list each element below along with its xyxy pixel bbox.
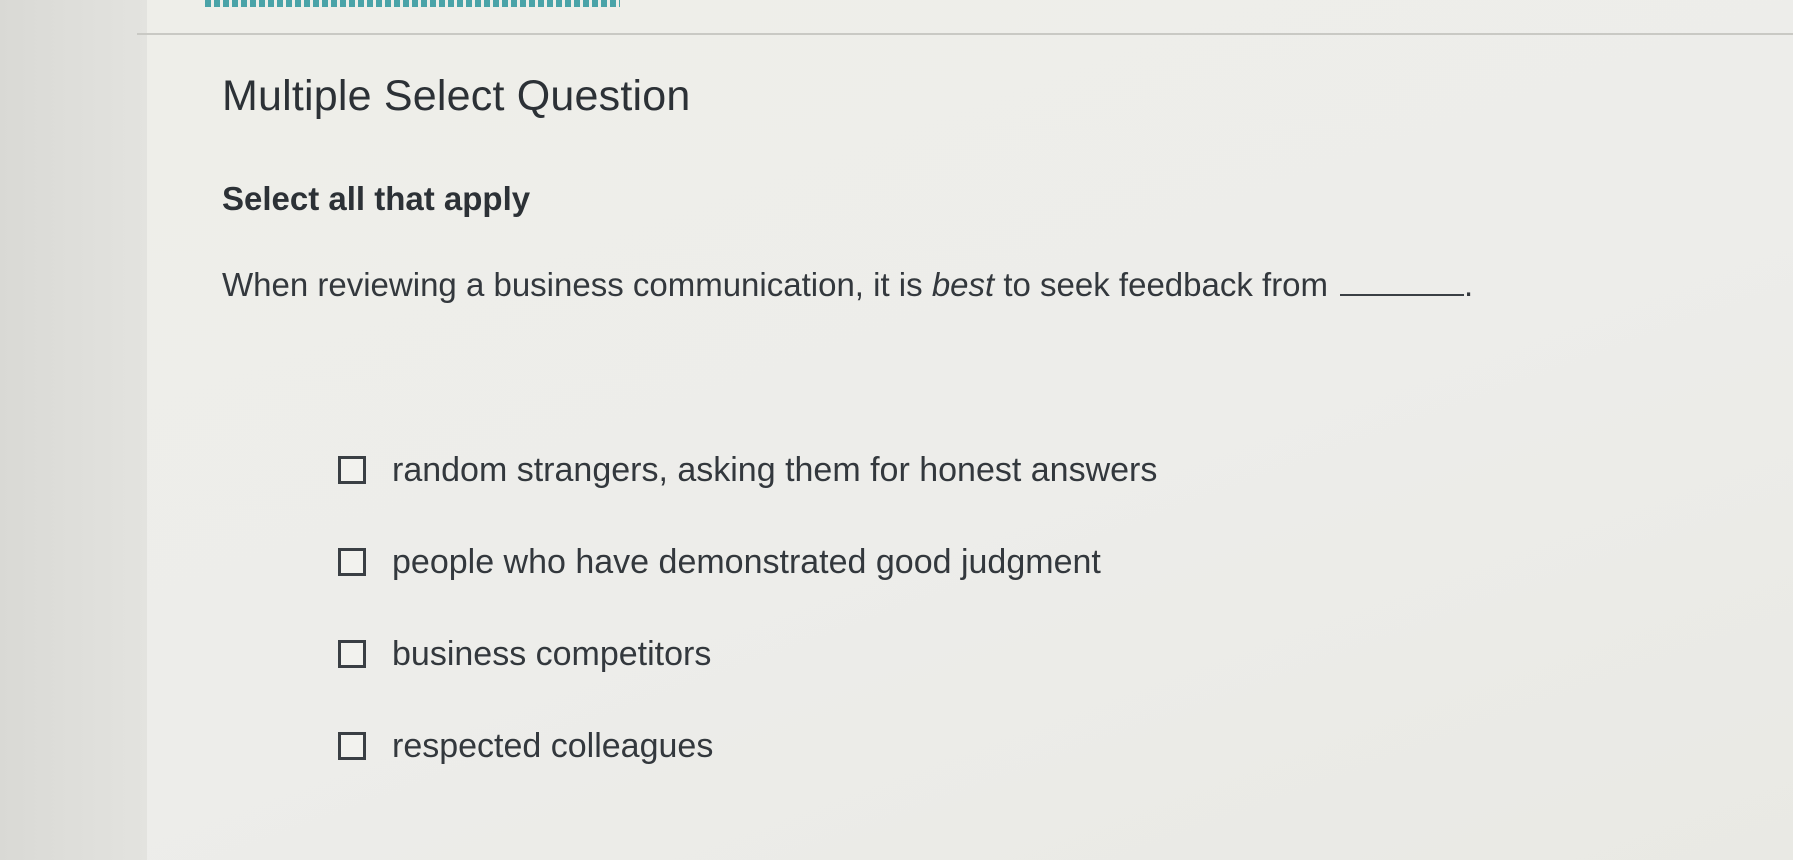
prompt-text-end: to seek feedback from [994, 266, 1329, 303]
answer-option-label: people who have demonstrated good judgme… [392, 542, 1101, 581]
answer-option-label: business competitors [392, 634, 712, 673]
answer-option-label: random strangers, asking them for honest… [392, 450, 1158, 489]
answer-option[interactable]: respected colleagues [338, 724, 1157, 768]
progress-indicator [205, 0, 620, 7]
checkbox[interactable] [338, 456, 366, 484]
left-margin [0, 0, 147, 860]
checkbox[interactable] [338, 732, 366, 760]
answer-blank [1340, 268, 1465, 296]
prompt-text-start: When reviewing a business communication,… [222, 266, 932, 303]
answer-option[interactable]: random strangers, asking them for honest… [338, 448, 1157, 492]
answer-option-label: respected colleagues [392, 726, 714, 765]
instruction-text: Select all that apply [222, 180, 531, 217]
prompt-period: . [1464, 266, 1474, 303]
header-divider [137, 33, 1793, 35]
question-type-heading: Multiple Select Question [222, 72, 691, 120]
question-prompt: When reviewing a business communication,… [222, 266, 1473, 304]
prompt-emphasis: best [931, 266, 995, 303]
answer-option[interactable]: business competitors [338, 632, 1157, 676]
checkbox[interactable] [338, 548, 366, 576]
answer-options-list: random strangers, asking them for honest… [338, 448, 1157, 816]
checkbox[interactable] [338, 640, 366, 668]
answer-option[interactable]: people who have demonstrated good judgme… [338, 540, 1157, 584]
